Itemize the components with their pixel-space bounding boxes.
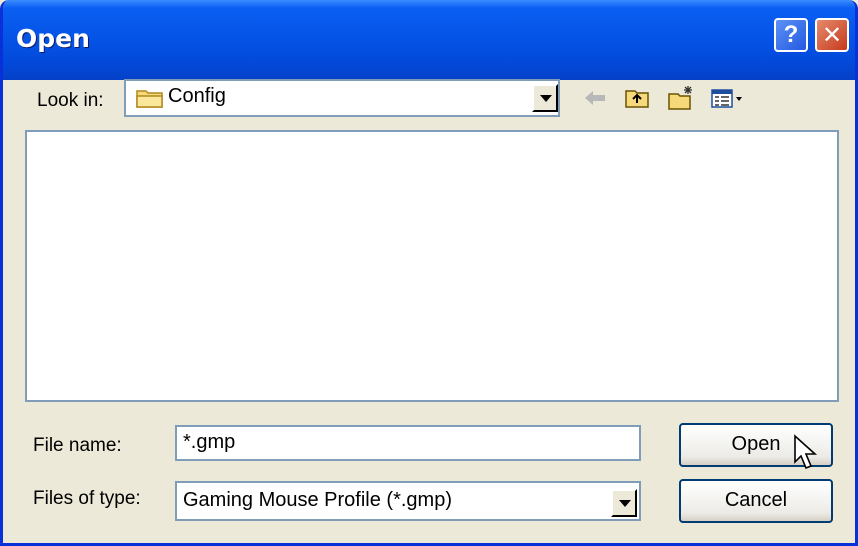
close-button[interactable]: ✕ (815, 18, 849, 52)
file-name-input[interactable]: *.gmp (175, 425, 641, 461)
files-of-type-dropdown[interactable]: Gaming Mouse Profile (*.gmp) (175, 481, 641, 521)
file-list[interactable] (25, 130, 839, 402)
look-in-value: Config (168, 85, 226, 107)
file-name-label: File name: (33, 435, 122, 456)
new-folder-icon[interactable] (667, 84, 695, 112)
folder-icon (136, 90, 163, 108)
title-bar[interactable]: Open ? ✕ (3, 0, 855, 80)
files-of-type-value: Gaming Mouse Profile (*.gmp) (183, 489, 452, 511)
look-in-dropdown[interactable]: Config (124, 79, 560, 117)
look-in-label: Look in: (37, 90, 104, 111)
help-button[interactable]: ? (774, 18, 808, 52)
mouse-pointer-icon (794, 434, 818, 470)
window-title: Open (16, 24, 90, 53)
open-dialog: Open ? ✕ Look in: Config File name: *.gm… (0, 0, 858, 546)
look-in-dropdown-button[interactable] (532, 84, 558, 112)
files-of-type-label: Files of type: (33, 488, 141, 509)
up-folder-icon[interactable] (623, 84, 651, 112)
views-menu-icon[interactable] (709, 84, 745, 112)
cancel-button[interactable]: Cancel (679, 479, 833, 523)
back-arrow-icon[interactable] (581, 84, 609, 112)
files-of-type-dropdown-button[interactable] (611, 489, 637, 517)
